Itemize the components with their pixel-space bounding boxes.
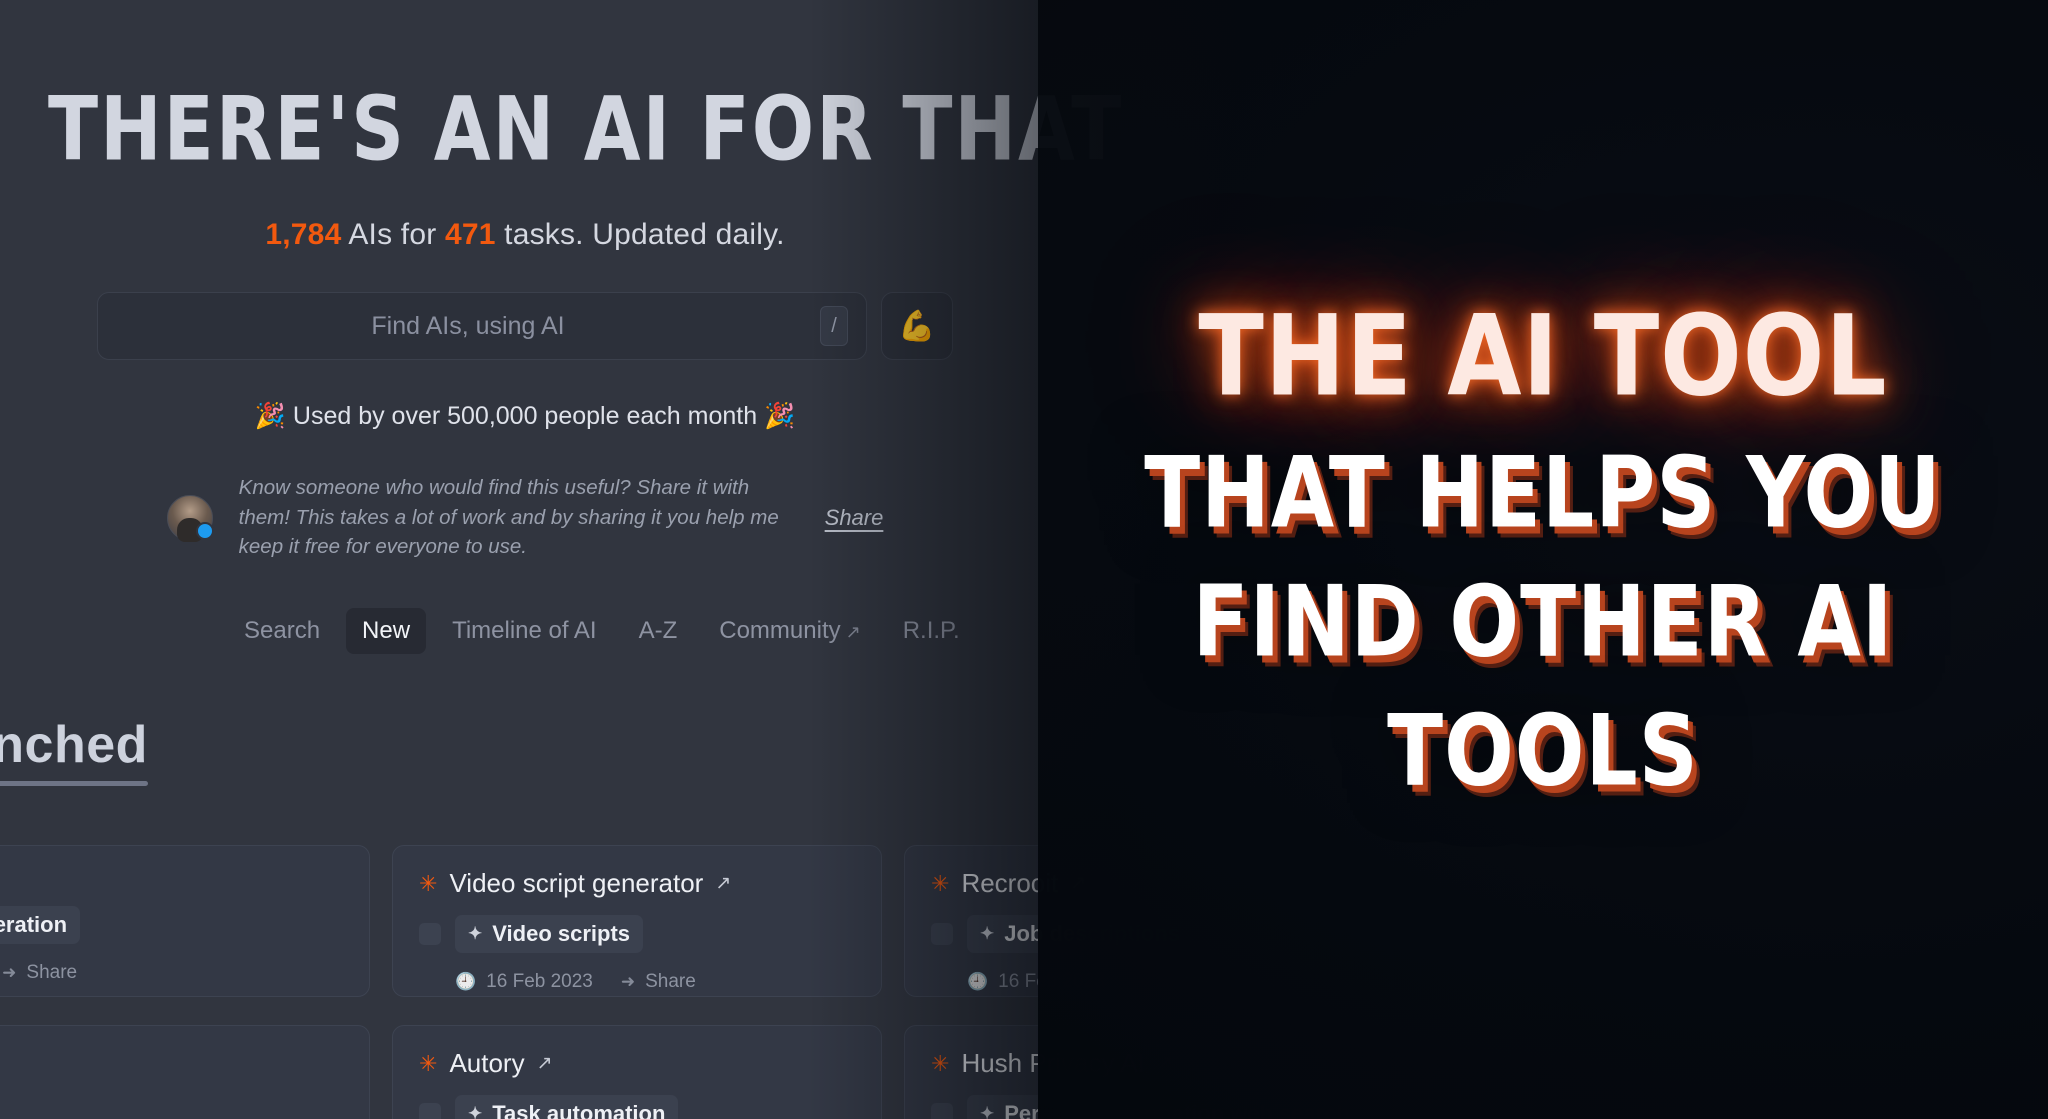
card-title-row: ✳ Video script generator ↗ xyxy=(419,868,855,899)
share-arrow-icon[interactable]: ➜ xyxy=(621,972,635,992)
sparkle-icon: ✦ xyxy=(468,924,483,943)
flex-search-button[interactable]: 💪 xyxy=(881,292,953,360)
card-title-row: ✳ xyxy=(0,868,343,890)
card-tag-row: ✦neration xyxy=(0,906,343,944)
flexed-biceps-icon: 💪 xyxy=(898,309,936,343)
external-link-icon[interactable]: ↗ xyxy=(537,1052,553,1075)
hero-section: THERE'S AN AI FOR THAT 1,784 AIs for 471… xyxy=(0,0,1121,562)
task-chip-label: Task automation xyxy=(492,1101,666,1119)
sparkle-icon: ✦ xyxy=(980,1104,995,1119)
stats-line: 1,784 AIs for 471 tasks. Updated daily. xyxy=(0,218,1050,252)
tab-community[interactable]: Community ↗ xyxy=(703,608,876,654)
external-link-icon: ↗ xyxy=(845,622,861,642)
card-title-row: ✳ Autory ↗ xyxy=(419,1048,855,1079)
favorite-checkbox[interactable] xyxy=(419,1103,441,1119)
section-heading-text: unched xyxy=(0,716,148,774)
page-title: THERE'S AN AI FOR THAT xyxy=(48,78,1124,181)
search-row: Find AIs, using AI / 💪 xyxy=(0,292,1050,360)
tab-a-z[interactable]: A-Z xyxy=(623,608,694,654)
table-row[interactable]: ✳ Video script generator ↗ ✦ Video script… xyxy=(392,845,882,997)
search-input[interactable]: Find AIs, using AI / xyxy=(97,292,867,360)
card-footer: 🕘 16 Feb 2023 ➜ Share xyxy=(455,971,855,993)
search-placeholder: Find AIs, using AI xyxy=(371,311,565,340)
card-footer: 🕘 ➜ Share xyxy=(0,962,343,984)
task-chip-label: neration xyxy=(0,912,68,937)
avatar xyxy=(166,494,214,541)
tab-search[interactable]: Search xyxy=(228,608,336,654)
nav-tabs: Search New Timeline of AI A-Z Community ↗… xyxy=(228,608,976,654)
share-link[interactable]: Share xyxy=(825,505,884,531)
card-tag-row: ✦ xyxy=(0,1087,343,1119)
tab-search-label: Search xyxy=(244,617,321,644)
favorite-checkbox[interactable] xyxy=(931,1103,953,1119)
task-chip[interactable]: ✦neration xyxy=(0,906,81,944)
new-star-icon: ✳ xyxy=(419,870,438,896)
share-strip: Know someone who would find this useful?… xyxy=(0,473,1050,562)
card-title[interactable]: Autory xyxy=(449,1048,524,1079)
task-chip[interactable]: ✦ Video scripts xyxy=(455,915,644,953)
share-arrow-icon[interactable]: ➜ xyxy=(2,963,16,983)
app-root: ⌂ NOW FEB JAN 2018 2017 2016 2015 ? + TH… xyxy=(0,0,2048,1119)
stat-ai-count: 1,784 xyxy=(265,218,342,251)
search-shortcut-badge: / xyxy=(820,306,848,346)
card-share-label[interactable]: Share xyxy=(645,971,696,993)
stat-task-count: 471 xyxy=(444,218,496,251)
clock-icon: 🕘 xyxy=(455,972,477,991)
task-chip-label: Video scripts xyxy=(492,921,631,946)
card-share-label[interactable]: Share xyxy=(26,962,77,984)
task-chip[interactable]: ✦ Task automation xyxy=(455,1095,679,1119)
favorite-checkbox[interactable] xyxy=(931,923,953,945)
external-link-icon[interactable]: ↗ xyxy=(715,872,731,895)
table-row[interactable]: ✳ Autory ↗ ✦ Task automation xyxy=(392,1025,882,1119)
new-star-icon: ✳ xyxy=(419,1050,438,1076)
table-row[interactable]: ✳ ✦neration 🕘 ➜ Share xyxy=(0,845,370,997)
social-proof-text: 🎉 Used by over 500,000 people each month… xyxy=(254,402,796,430)
promo-line-3: FIND OTHER AI xyxy=(1192,565,1894,680)
clock-icon: 🕘 xyxy=(967,972,989,991)
promo-line-1: THE AI TOOL xyxy=(1198,291,1888,421)
card-tag-row: ✦ Task automation xyxy=(419,1095,855,1119)
promo-line-2: THAT HELPS YOU xyxy=(1144,436,1942,551)
table-row[interactable]: ✳ ↗ ✦ xyxy=(0,1025,370,1119)
tab-timeline-label: Timeline of AI xyxy=(452,617,597,644)
promo-overlay: THE AI TOOL THAT HELPS YOU FIND OTHER AI… xyxy=(1038,0,2048,1119)
tab-rip[interactable]: R.I.P. xyxy=(887,608,976,654)
sparkle-icon: ✦ xyxy=(468,1104,483,1119)
card-title[interactable]: Video script generator xyxy=(449,868,703,899)
card-date: 16 Feb 2023 xyxy=(486,971,593,992)
tab-az-label: A-Z xyxy=(638,617,678,644)
tab-new-label: New xyxy=(362,617,411,644)
section-heading-underline xyxy=(0,781,148,786)
promo-line-4: TOOLS xyxy=(1387,694,1699,809)
stat-mid-text: AIs for xyxy=(341,218,445,251)
tab-rip-label: R.I.P. xyxy=(902,617,960,644)
sparkle-icon: ✦ xyxy=(980,924,995,943)
tab-new[interactable]: New xyxy=(346,608,427,654)
new-star-icon: ✳ xyxy=(931,1050,950,1076)
tab-timeline-of-ai[interactable]: Timeline of AI xyxy=(436,608,613,654)
section-heading: unched xyxy=(0,715,148,786)
card-tag-row: ✦ Video scripts xyxy=(419,915,855,953)
tab-community-label: Community xyxy=(719,617,841,644)
new-star-icon: ✳ xyxy=(931,870,950,896)
favorite-checkbox[interactable] xyxy=(419,923,441,945)
card-title-row: ✳ ↗ xyxy=(0,1048,343,1071)
promo-text-block: THE AI TOOL THAT HELPS YOU FIND OTHER AI… xyxy=(1038,291,2048,808)
share-message: Know someone who would find this useful?… xyxy=(238,476,779,559)
stat-tail-text: tasks. Updated daily. xyxy=(495,218,785,251)
